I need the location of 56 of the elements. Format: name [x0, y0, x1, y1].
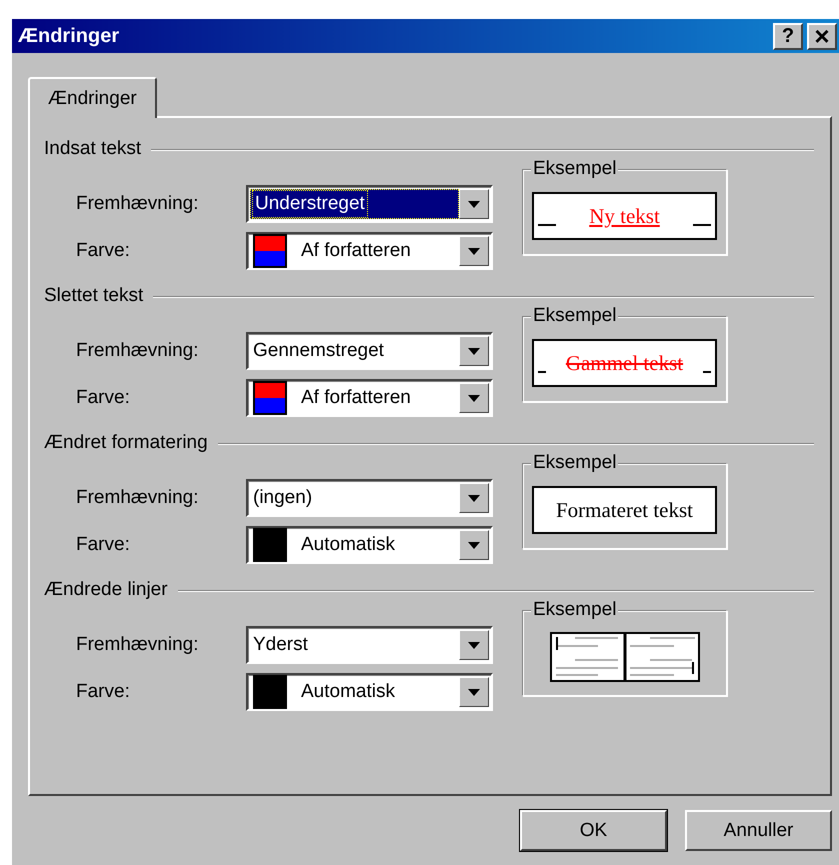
field-label: Farve:	[76, 681, 131, 703]
dropdown[interactable]: Af forfatteren	[246, 232, 493, 270]
group-legend: Eksempel	[531, 452, 618, 474]
dropdown[interactable]: (ingen)	[246, 479, 493, 517]
dropdown[interactable]: Automatisk	[246, 673, 493, 711]
dropdown[interactable]: Understreget	[246, 185, 493, 223]
dropdown-button[interactable]	[459, 383, 489, 413]
dropdown-button[interactable]	[459, 236, 489, 266]
dropdown-value: Yderst	[253, 634, 308, 656]
dropdown-button[interactable]	[459, 630, 489, 660]
field-label: Fremhævning:	[76, 487, 200, 509]
section-heading: Ændret formatering	[44, 432, 208, 454]
section-heading: Ændrede linjer	[44, 579, 168, 601]
dropdown-value: Af forfatteren	[301, 240, 411, 262]
dropdown[interactable]: Af forfatteren	[246, 379, 493, 417]
field-label: Fremhævning:	[76, 634, 200, 656]
field-label: Fremhævning:	[76, 340, 200, 362]
dropdown-value: Automatisk	[301, 681, 395, 703]
help-button[interactable]: ?	[773, 22, 803, 50]
dropdown-value: Af forfatteren	[301, 387, 411, 409]
preview-text: Formateret tekst	[556, 498, 694, 522]
dialog-button[interactable]: Annuller	[685, 810, 832, 851]
dropdown[interactable]: Gennemstreget	[246, 332, 493, 370]
field-label: Fremhævning:	[76, 193, 200, 215]
tab[interactable]: Ændringer	[28, 77, 157, 118]
close-button[interactable]: ×	[807, 22, 837, 50]
field-label: Farve:	[76, 387, 131, 409]
dropdown-arrow-icon	[468, 348, 480, 354]
section-heading: Indsat tekst	[44, 138, 142, 160]
dropdown-button[interactable]	[459, 189, 489, 219]
preview-text: Ny tekst	[589, 204, 660, 228]
dropdown-button[interactable]	[459, 336, 489, 366]
dropdown-arrow-icon	[468, 542, 480, 548]
field-label: Farve:	[76, 240, 131, 262]
dropdown-arrow-icon	[468, 494, 480, 502]
dropdown-button[interactable]	[459, 483, 489, 513]
dropdown-value: Automatisk	[301, 534, 395, 556]
dropdown-value: (ingen)	[253, 487, 312, 509]
field-label: Farve:	[76, 534, 131, 556]
dropdown[interactable]: Automatisk	[246, 526, 493, 564]
preview-text: Gammel tekst	[566, 350, 684, 376]
group-legend: Eksempel	[531, 305, 618, 327]
dropdown-arrow-icon	[468, 248, 480, 254]
dropdown-value: Gennemstreget	[253, 340, 384, 362]
dropdown-button[interactable]	[459, 677, 489, 707]
dropdown-arrow-icon	[468, 394, 480, 402]
dropdown-arrow-icon	[468, 642, 480, 648]
window-title: Ændringer	[18, 24, 120, 48]
dropdown-button[interactable]	[459, 530, 489, 560]
dialog-button[interactable]: OK	[520, 810, 667, 851]
dropdown-arrow-icon	[468, 688, 480, 696]
section-heading: Slettet tekst	[44, 285, 144, 307]
group-legend: Eksempel	[531, 158, 618, 180]
group-legend: Eksempel	[531, 599, 618, 621]
dropdown-arrow-icon	[468, 200, 480, 208]
dropdown[interactable]: Yderst	[246, 626, 493, 664]
